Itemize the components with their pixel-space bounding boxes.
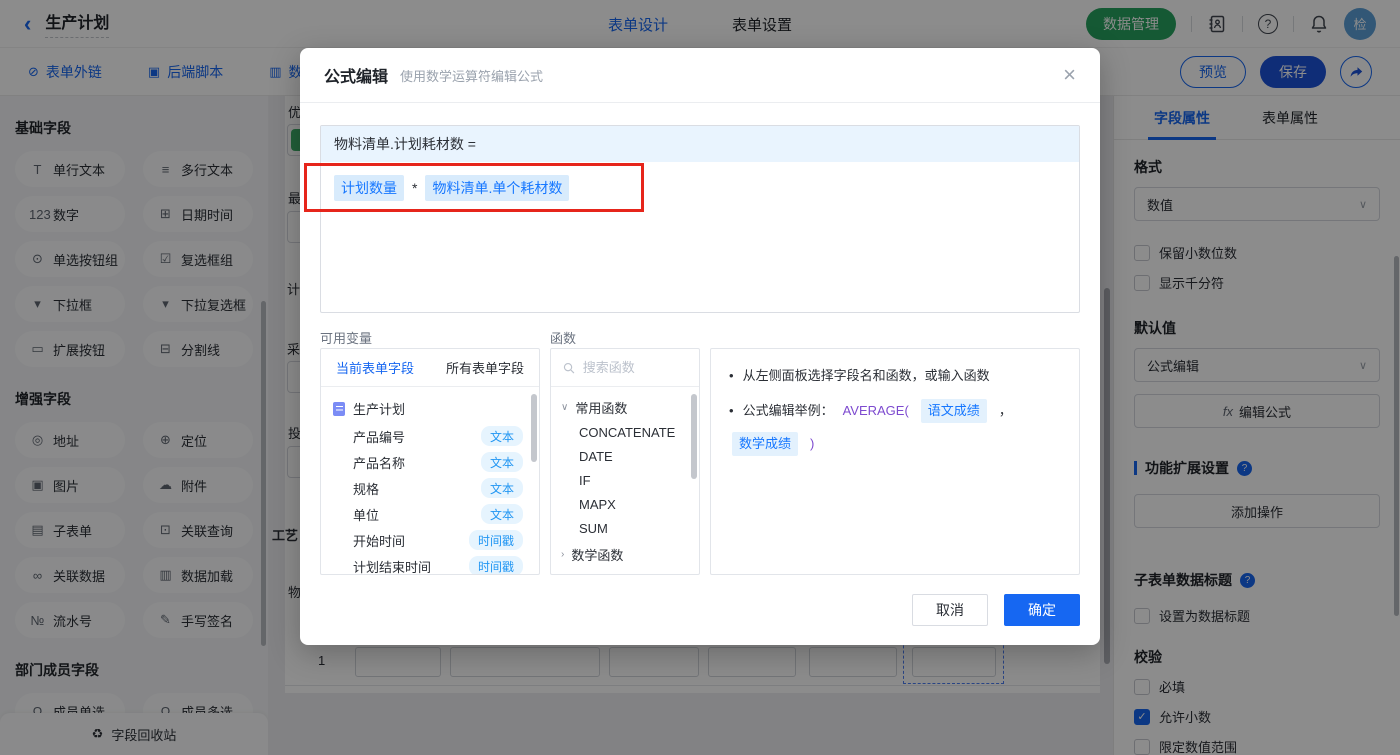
variable-row[interactable]: 单位 文本 bbox=[321, 501, 539, 527]
function-group-math[interactable]: › 数学函数 bbox=[551, 541, 699, 568]
group-label: 常用函数 bbox=[575, 401, 628, 416]
confirm-button[interactable]: 确定 bbox=[1004, 594, 1080, 626]
function-group-text[interactable]: › 文本函数 bbox=[551, 568, 699, 574]
variables-tree: 生产计划 产品编号 文本 产品名称 文本 规格 文本 单位 文本 开始时间 时间… bbox=[321, 387, 539, 575]
function-item[interactable]: SUM bbox=[551, 517, 699, 541]
formula-operator: * bbox=[412, 180, 418, 196]
formula-edit-modal: 公式编辑 使用数学运算符编辑公式 × 物料清单.计划耗材数 = 计划数量 * 物… bbox=[300, 48, 1100, 645]
variable-row[interactable]: 计划结束时间 时间戳 bbox=[321, 553, 539, 575]
variable-type-tag: 时间戳 bbox=[468, 556, 523, 574]
functions-panel: ∨ 常用函数 CONCATENATE DATE IF MAPX SUM › 数学… bbox=[550, 348, 700, 575]
example-comma: ， bbox=[998, 403, 1012, 418]
functions-scrollbar[interactable] bbox=[691, 394, 697, 479]
variable-row[interactable]: 开始时间 时间戳 bbox=[321, 527, 539, 553]
variable-row[interactable]: 规格 文本 bbox=[321, 475, 539, 501]
function-item[interactable]: CONCATENATE bbox=[551, 421, 699, 445]
variables-scrollbar[interactable] bbox=[531, 394, 537, 462]
tip-line: • 从左侧面板选择字段名和函数，或输入函数 bbox=[729, 366, 1061, 386]
function-search-input[interactable] bbox=[582, 360, 687, 375]
cancel-button[interactable]: 取消 bbox=[912, 594, 988, 626]
modal-title: 公式编辑 bbox=[324, 69, 389, 86]
example-fn-open: AVERAGE( bbox=[842, 403, 909, 418]
formula-token-field[interactable]: 物料清单.单个耗材数 bbox=[425, 175, 570, 201]
chevron-collapsed-icon: › bbox=[561, 549, 565, 560]
variable-type-tag: 文本 bbox=[480, 426, 523, 446]
formula-token-field[interactable]: 计划数量 bbox=[334, 175, 404, 201]
variables-panel: 当前表单字段 所有表单字段 生产计划 产品编号 文本 产品名称 文本 规格 文本… bbox=[320, 348, 540, 575]
tips-panel: • 从左侧面板选择字段名和函数，或输入函数 • 公式编辑举例： AVERAGE(… bbox=[710, 348, 1080, 575]
modal-footer: 取消 确定 bbox=[912, 594, 1080, 626]
variables-section-label: 可用变量 bbox=[320, 331, 373, 346]
tab-all-form-fields[interactable]: 所有表单字段 bbox=[446, 358, 524, 377]
tip-example: • 公式编辑举例： AVERAGE( 语文成绩 ， 数学成绩 ) bbox=[729, 399, 1061, 456]
example-field-chip: 数学成绩 bbox=[732, 432, 799, 456]
function-item[interactable]: MAPX bbox=[551, 493, 699, 517]
variable-type-tag: 文本 bbox=[480, 478, 523, 498]
function-search[interactable] bbox=[551, 349, 699, 387]
formula-target: 物料清单.计划耗材数 = bbox=[321, 126, 1079, 162]
formula-editor[interactable]: 物料清单.计划耗材数 = 计划数量 * 物料清单.单个耗材数 bbox=[320, 125, 1080, 313]
close-icon[interactable]: × bbox=[1063, 64, 1076, 86]
example-fn-close: ) bbox=[810, 436, 815, 451]
variable-name: 计划结束时间 bbox=[353, 559, 432, 575]
variable-name: 开始时间 bbox=[353, 533, 406, 549]
function-group-common[interactable]: ∨ 常用函数 bbox=[551, 394, 699, 421]
variable-type-tag: 文本 bbox=[480, 504, 523, 524]
bullet: • bbox=[729, 368, 734, 383]
tip-text: 从左侧面板选择字段名和函数，或输入函数 bbox=[742, 368, 990, 383]
modal-subtitle: 使用数学运算符编辑公式 bbox=[400, 68, 544, 84]
example-field-chip: 语文成绩 bbox=[920, 399, 987, 423]
function-item[interactable]: IF bbox=[551, 469, 699, 493]
modal-header: 公式编辑 使用数学运算符编辑公式 × bbox=[300, 48, 1100, 103]
functions-section-label: 函数 bbox=[550, 331, 577, 346]
tips-content: • 从左侧面板选择字段名和函数，或输入函数 • 公式编辑举例： AVERAGE(… bbox=[711, 349, 1079, 486]
variables-list: 产品编号 文本 产品名称 文本 规格 文本 单位 文本 开始时间 时间戳 计划结… bbox=[321, 423, 539, 575]
functions-tree: ∨ 常用函数 CONCATENATE DATE IF MAPX SUM › 数学… bbox=[551, 387, 699, 574]
variable-row[interactable]: 产品名称 文本 bbox=[321, 449, 539, 475]
variable-name: 单位 bbox=[353, 507, 380, 523]
chevron-expanded-icon: ∨ bbox=[561, 402, 569, 413]
variable-type-tag: 时间戳 bbox=[468, 530, 523, 550]
search-icon bbox=[563, 362, 575, 373]
formula-expression[interactable]: 计划数量 * 物料清单.单个耗材数 bbox=[321, 162, 1079, 214]
tip-text: 公式编辑举例： bbox=[742, 403, 834, 418]
variable-name: 规格 bbox=[353, 481, 380, 497]
variable-type-tag: 文本 bbox=[480, 452, 523, 472]
function-item[interactable]: DATE bbox=[551, 445, 699, 469]
tab-current-form-fields[interactable]: 当前表单字段 bbox=[336, 358, 414, 377]
root-label: 生产计划 bbox=[353, 402, 406, 417]
variables-tabs: 当前表单字段 所有表单字段 bbox=[321, 349, 539, 387]
function-list: CONCATENATE DATE IF MAPX SUM bbox=[551, 421, 699, 541]
group-label: 数学函数 bbox=[571, 548, 624, 563]
variable-row[interactable]: 产品编号 文本 bbox=[321, 423, 539, 449]
variable-name: 产品编号 bbox=[353, 429, 406, 445]
variable-name: 产品名称 bbox=[353, 455, 406, 471]
group-label: 文本函数 bbox=[571, 572, 623, 574]
variables-root-node[interactable]: 生产计划 bbox=[321, 394, 539, 423]
bullet: • bbox=[729, 403, 734, 418]
form-doc-icon bbox=[333, 401, 345, 416]
